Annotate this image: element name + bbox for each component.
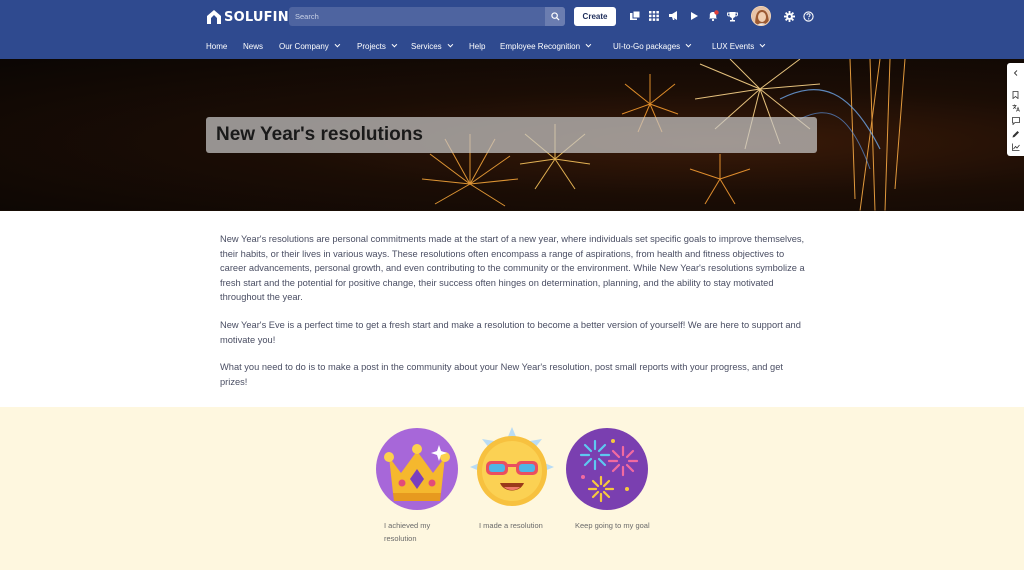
chevron-down-icon xyxy=(585,41,592,48)
translate-icon[interactable] xyxy=(1011,103,1020,112)
sunglasses-face-badge-icon xyxy=(470,427,554,511)
nav-item-lux-events[interactable]: LUX Events xyxy=(712,36,766,56)
nav-item-home[interactable]: Home xyxy=(206,36,227,56)
side-toolbar xyxy=(1007,63,1024,156)
badge-label-made: I made a resolution xyxy=(479,521,543,530)
edit-icon[interactable] xyxy=(1011,129,1020,138)
collapse-icon[interactable] xyxy=(1011,68,1020,77)
nav-item-ui-to-go-packages[interactable]: UI-to-Go packages xyxy=(613,36,692,56)
logo-icon xyxy=(207,10,221,24)
paragraph-intro: New Year's resolutions are personal comm… xyxy=(220,234,805,302)
nav-item-projects[interactable]: Projects xyxy=(357,36,398,56)
logo[interactable]: SOLUFIND xyxy=(206,7,300,27)
nav-item-employee-recognition[interactable]: Employee Recognition xyxy=(500,36,592,56)
fireworks-badge-icon xyxy=(565,427,649,511)
analytics-icon[interactable] xyxy=(1011,142,1020,151)
trophy-icon[interactable] xyxy=(726,10,738,22)
article-body: New Year's resolutions are personal comm… xyxy=(0,211,1024,407)
hero-title-box: New Year's resolutions xyxy=(206,117,817,153)
megaphone-icon[interactable] xyxy=(668,10,680,22)
main-nav: Home News Our Company Projects Services … xyxy=(0,36,1024,56)
avatar[interactable] xyxy=(751,6,771,26)
search-icon xyxy=(550,12,560,21)
create-button[interactable]: Create xyxy=(574,7,616,26)
paragraph-fresh-start: New Year's Eve is a perfect time to get … xyxy=(220,320,801,345)
nav-item-services[interactable]: Services xyxy=(411,36,453,56)
hero-banner: New Year's resolutions xyxy=(0,59,1024,211)
chevron-down-icon xyxy=(759,41,766,48)
gear-icon[interactable] xyxy=(783,10,795,22)
badge-label-keep-going: Keep going to my goal xyxy=(575,521,650,530)
search-input[interactable] xyxy=(289,7,545,26)
nav-item-help[interactable]: Help xyxy=(469,36,485,56)
nav-item-news[interactable]: News xyxy=(243,36,263,56)
rewards-section: I achieved my resolution I made a resolu… xyxy=(0,407,1024,570)
chevron-down-icon xyxy=(447,41,453,48)
crown-badge-icon xyxy=(375,427,459,511)
search-bar xyxy=(289,7,565,26)
bell-icon[interactable] xyxy=(707,10,719,22)
top-bar: SOLUFIND Create xyxy=(0,0,1024,59)
comment-icon[interactable] xyxy=(1011,116,1020,125)
grid-squares-icon[interactable] xyxy=(629,10,641,22)
page-title: New Year's resolutions xyxy=(216,124,423,145)
help-icon[interactable] xyxy=(802,10,814,22)
chevron-down-icon xyxy=(334,41,341,48)
badge-label-achieved: I achieved my resolution xyxy=(384,521,431,543)
chevron-down-icon xyxy=(391,41,398,48)
nav-item-our-company[interactable]: Our Company xyxy=(279,36,341,56)
paragraph-instructions: What you need to do is to make a post in… xyxy=(220,362,783,387)
chevron-down-icon xyxy=(685,41,692,48)
play-icon[interactable] xyxy=(688,10,700,22)
search-button[interactable] xyxy=(545,7,565,26)
apps-icon[interactable] xyxy=(648,10,660,22)
bookmark-icon[interactable] xyxy=(1011,90,1020,99)
